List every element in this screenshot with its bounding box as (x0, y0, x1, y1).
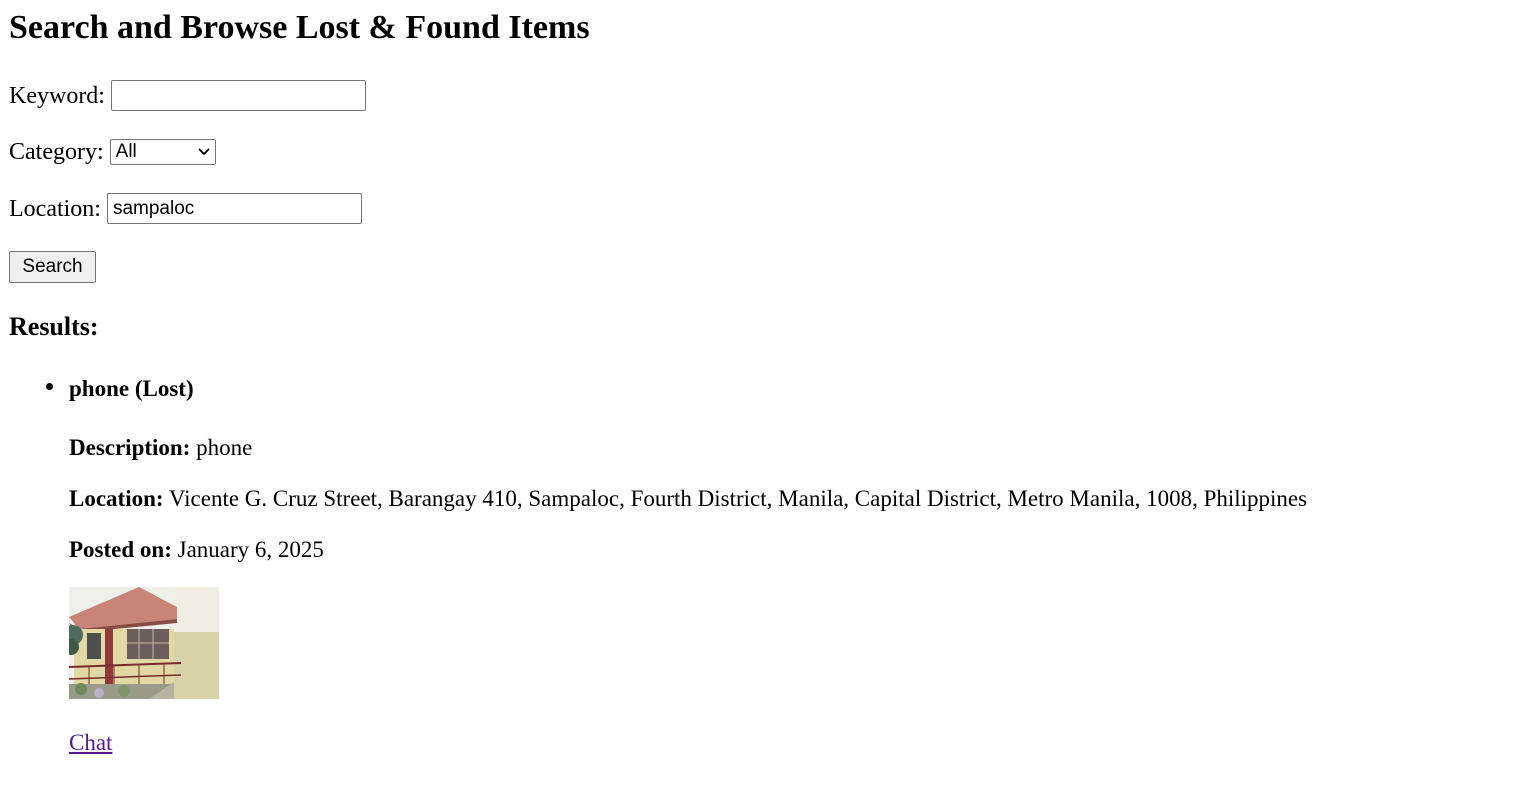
chat-link[interactable]: Chat (69, 729, 112, 757)
item-photo (69, 587, 219, 699)
result-description: Description: phone (69, 434, 252, 462)
location-detail-value: Vicente G. Cruz Street, Barangay 410, Sa… (168, 486, 1308, 511)
category-row: Category: All (9, 138, 216, 166)
results-heading: Results: (9, 312, 99, 341)
keyword-label: Keyword: (9, 82, 105, 109)
posted-value: January 6, 2025 (177, 537, 324, 562)
description-value: phone (196, 435, 253, 460)
list-bullet (46, 383, 53, 390)
category-select[interactable]: All (109, 139, 216, 165)
result-location: Location: Vicente G. Cruz Street, Barang… (69, 485, 1307, 513)
result-title: phone (Lost) (69, 376, 194, 401)
location-label: Location: (9, 195, 101, 222)
description-label: Description: (69, 435, 191, 460)
location-detail-label: Location: (69, 486, 164, 511)
page: Search and Browse Lost & Found Items Key… (0, 0, 1526, 811)
posted-label: Posted on: (69, 537, 172, 562)
location-input[interactable] (106, 193, 362, 224)
page-title: Search and Browse Lost & Found Items (9, 9, 590, 46)
keyword-input[interactable] (110, 80, 366, 111)
keyword-row: Keyword: (9, 80, 366, 111)
result-posted-date: Posted on: January 6, 2025 (69, 536, 324, 564)
location-row: Location: (9, 193, 362, 224)
category-label: Category: (9, 139, 104, 165)
chevron-down-icon (198, 148, 210, 155)
category-selected-value: All (115, 141, 137, 162)
search-button[interactable]: Search (9, 251, 96, 283)
